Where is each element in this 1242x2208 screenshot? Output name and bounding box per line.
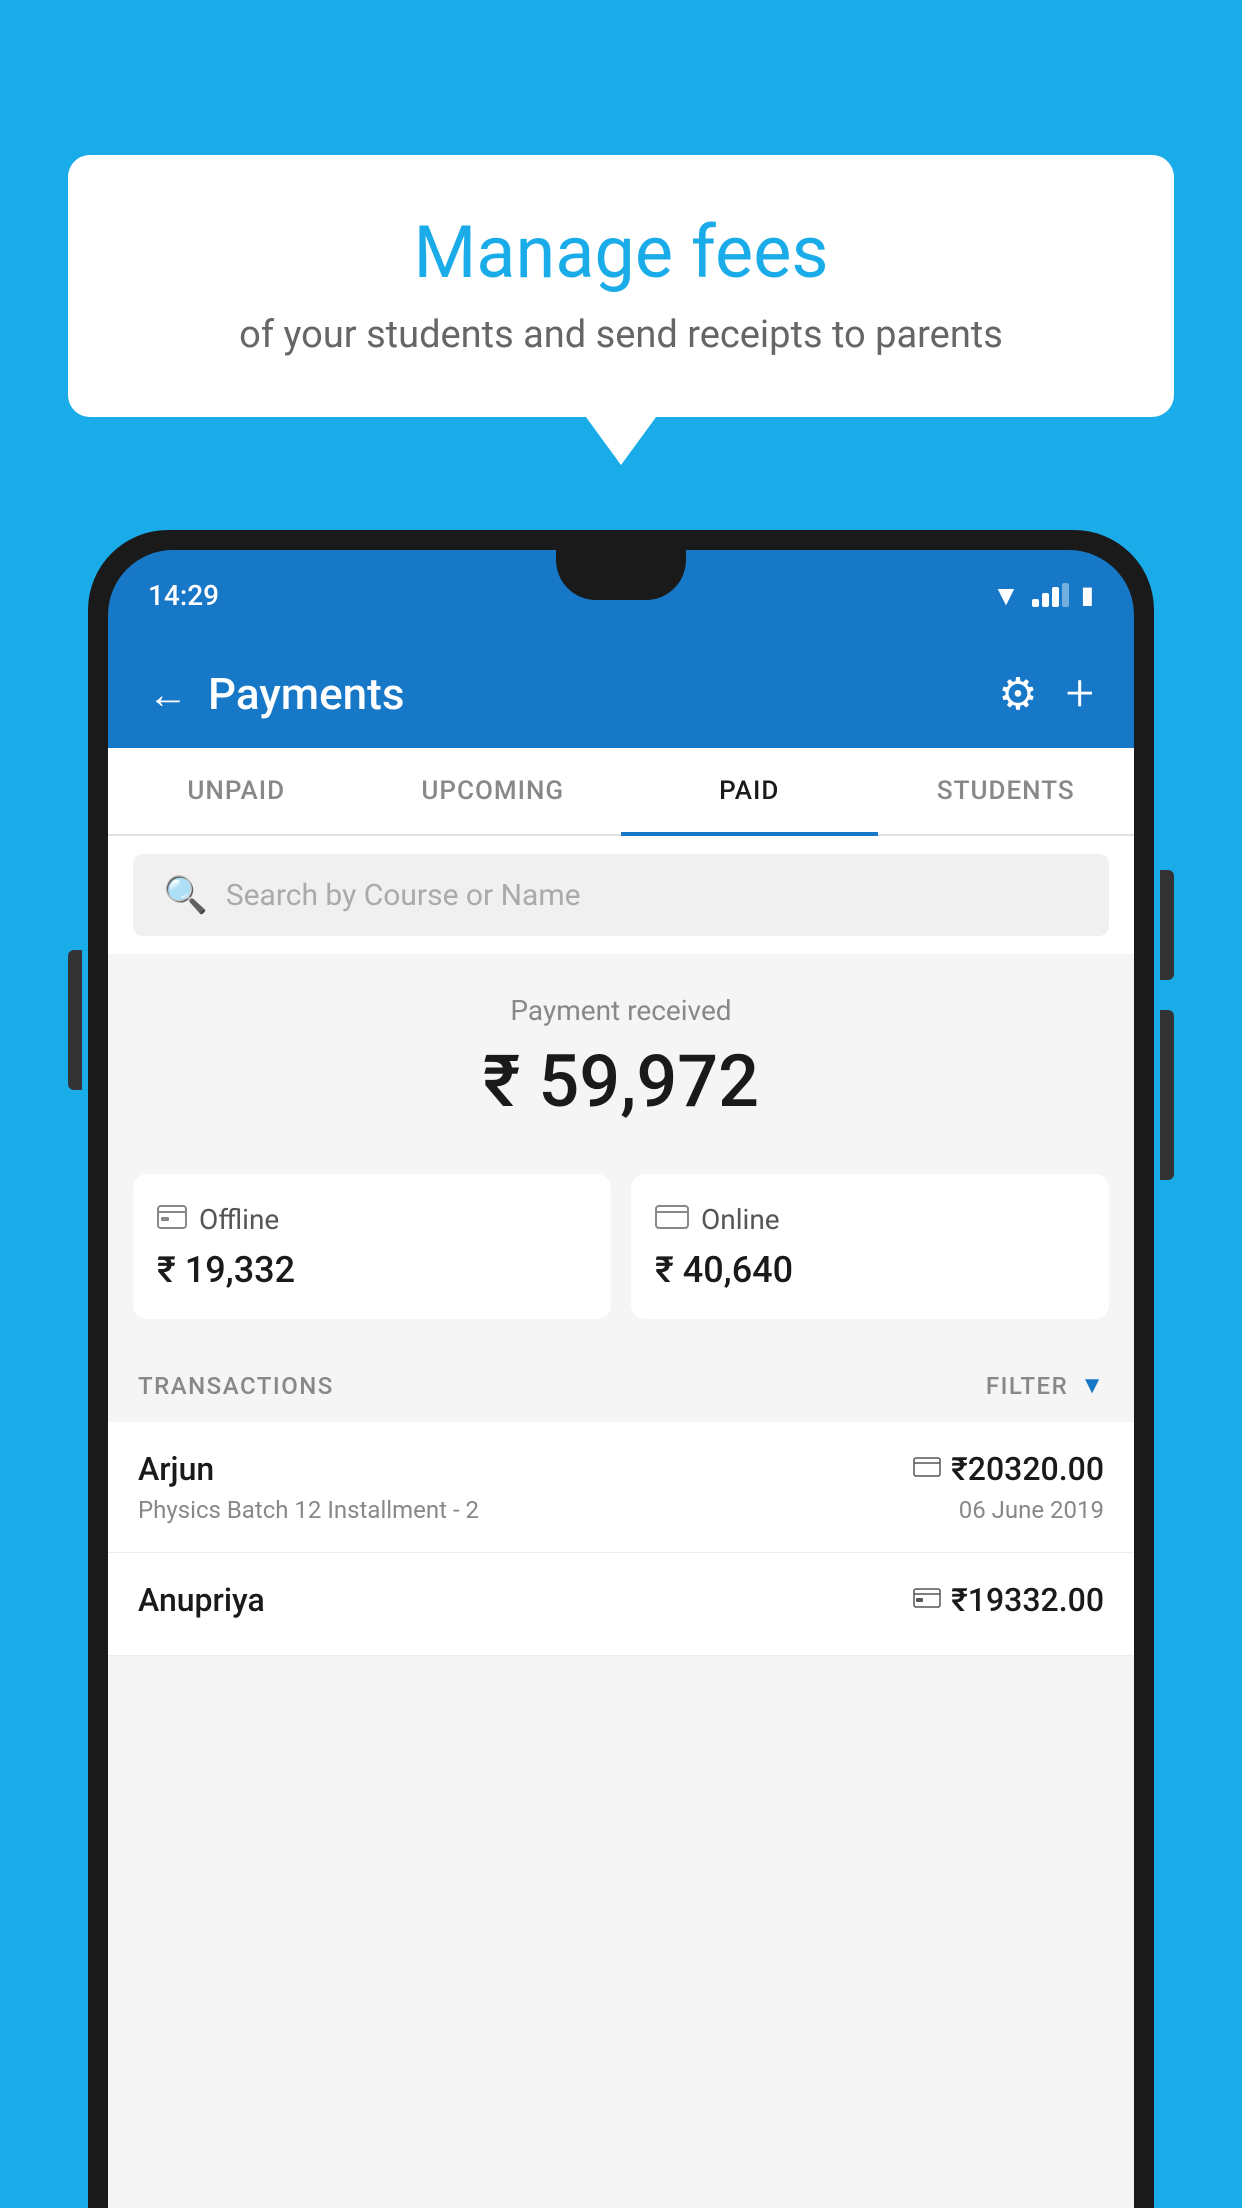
offline-payment-card: Offline ₹ 19,332	[133, 1174, 611, 1319]
online-amount: ₹ 40,640	[655, 1249, 1085, 1291]
offline-label: Offline	[199, 1203, 279, 1236]
transaction-amount-row-2: ₹19332.00	[913, 1581, 1104, 1619]
online-payment-icon	[913, 1454, 941, 1484]
transaction-name: Arjun	[138, 1450, 913, 1488]
online-payment-card: Online ₹ 40,640	[631, 1174, 1109, 1319]
offline-icon	[157, 1202, 187, 1237]
filter-icon: ▼	[1080, 1371, 1104, 1400]
tabs-container: UNPAID UPCOMING PAID STUDENTS	[108, 748, 1134, 836]
signal-icon	[1032, 583, 1069, 607]
status-bar: 14:29 ▼ ▮	[108, 550, 1134, 640]
transactions-label: TRANSACTIONS	[138, 1372, 334, 1400]
transaction-right-2: ₹19332.00	[913, 1581, 1104, 1627]
speech-bubble-container: Manage fees of your students and send re…	[68, 155, 1174, 417]
phone-frame: 14:29 ▼ ▮ ← Payments ⚙ +	[88, 530, 1154, 2208]
offline-payment-icon	[913, 1585, 941, 1615]
online-label: Online	[701, 1203, 780, 1236]
status-icons: ▼ ▮	[992, 579, 1094, 612]
header-left: ← Payments	[148, 668, 404, 720]
payment-cards: Offline ₹ 19,332 Online ₹	[108, 1154, 1134, 1349]
battery-icon: ▮	[1081, 581, 1094, 609]
online-card-header: Online	[655, 1202, 1085, 1237]
tab-paid[interactable]: PAID	[621, 748, 878, 834]
search-input[interactable]: Search by Course or Name	[226, 878, 581, 913]
transaction-amount: ₹20320.00	[951, 1450, 1104, 1488]
filter-container[interactable]: FILTER ▼	[986, 1371, 1104, 1400]
volume-button-right	[1160, 1010, 1174, 1180]
add-button[interactable]: +	[1066, 665, 1094, 723]
offline-card-header: Offline	[157, 1202, 587, 1237]
app-header: ← Payments ⚙ +	[108, 640, 1134, 748]
speech-bubble: Manage fees of your students and send re…	[68, 155, 1174, 417]
search-bar[interactable]: 🔍 Search by Course or Name	[133, 854, 1109, 936]
settings-icon[interactable]: ⚙	[998, 668, 1037, 720]
header-right: ⚙ +	[998, 665, 1094, 723]
status-time: 14:29	[148, 579, 219, 612]
volume-button	[68, 950, 82, 1090]
transactions-header: TRANSACTIONS FILTER ▼	[108, 1349, 1134, 1422]
transaction-left: Arjun Physics Batch 12 Installment - 2	[138, 1450, 913, 1524]
wifi-icon: ▼	[992, 579, 1020, 612]
transaction-date: 06 June 2019	[913, 1496, 1104, 1524]
page-title: Payments	[208, 668, 404, 720]
app-content: 🔍 Search by Course or Name Payment recei…	[108, 836, 1134, 2208]
transaction-name-2: Anupriya	[138, 1581, 913, 1619]
bubble-title: Manage fees	[128, 210, 1114, 295]
tab-upcoming[interactable]: UPCOMING	[365, 748, 622, 834]
table-row[interactable]: Anupriya ₹19332.00	[108, 1553, 1134, 1656]
transaction-detail: Physics Batch 12 Installment - 2	[138, 1496, 913, 1524]
offline-amount: ₹ 19,332	[157, 1249, 587, 1291]
search-icon: 🔍	[163, 874, 208, 916]
tab-students[interactable]: STUDENTS	[878, 748, 1135, 834]
table-row[interactable]: Arjun Physics Batch 12 Installment - 2 ₹…	[108, 1422, 1134, 1553]
phone-inner: 14:29 ▼ ▮ ← Payments ⚙ +	[108, 550, 1134, 2208]
payment-received-label: Payment received	[138, 994, 1104, 1027]
notch	[556, 550, 686, 600]
transaction-amount-2: ₹19332.00	[951, 1581, 1104, 1619]
filter-label: FILTER	[986, 1372, 1068, 1400]
search-bar-container: 🔍 Search by Course or Name	[108, 836, 1134, 954]
payment-total-amount: ₹ 59,972	[138, 1039, 1104, 1124]
payment-summary: Payment received ₹ 59,972	[108, 954, 1134, 1154]
transaction-amount-row: ₹20320.00	[913, 1450, 1104, 1488]
bubble-subtitle: of your students and send receipts to pa…	[128, 313, 1114, 357]
tab-unpaid[interactable]: UNPAID	[108, 748, 365, 834]
power-button	[1160, 870, 1174, 980]
back-button[interactable]: ←	[148, 671, 188, 718]
transaction-left-2: Anupriya	[138, 1581, 913, 1627]
online-icon	[655, 1202, 689, 1237]
transaction-right: ₹20320.00 06 June 2019	[913, 1450, 1104, 1524]
